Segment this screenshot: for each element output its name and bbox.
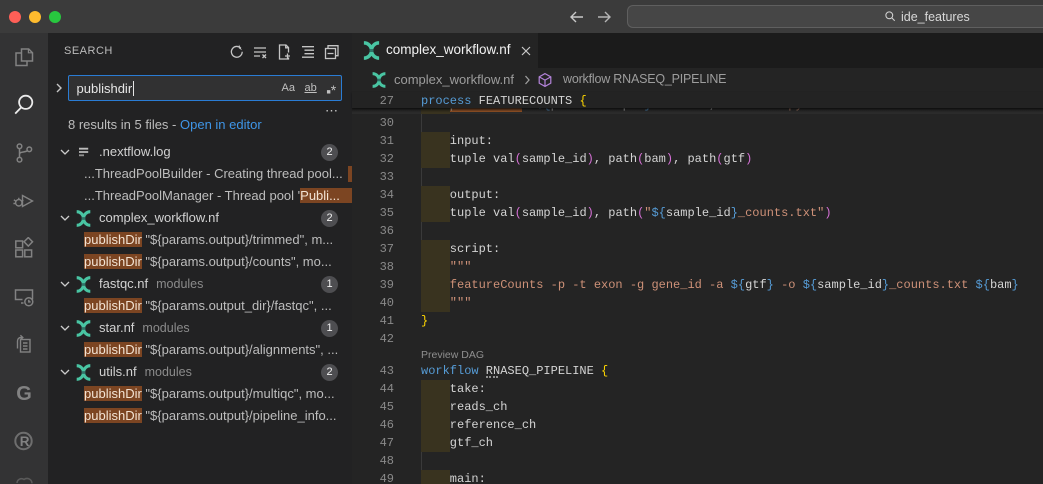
svg-text:R: R <box>20 434 30 449</box>
svg-text:G: G <box>16 383 32 405</box>
